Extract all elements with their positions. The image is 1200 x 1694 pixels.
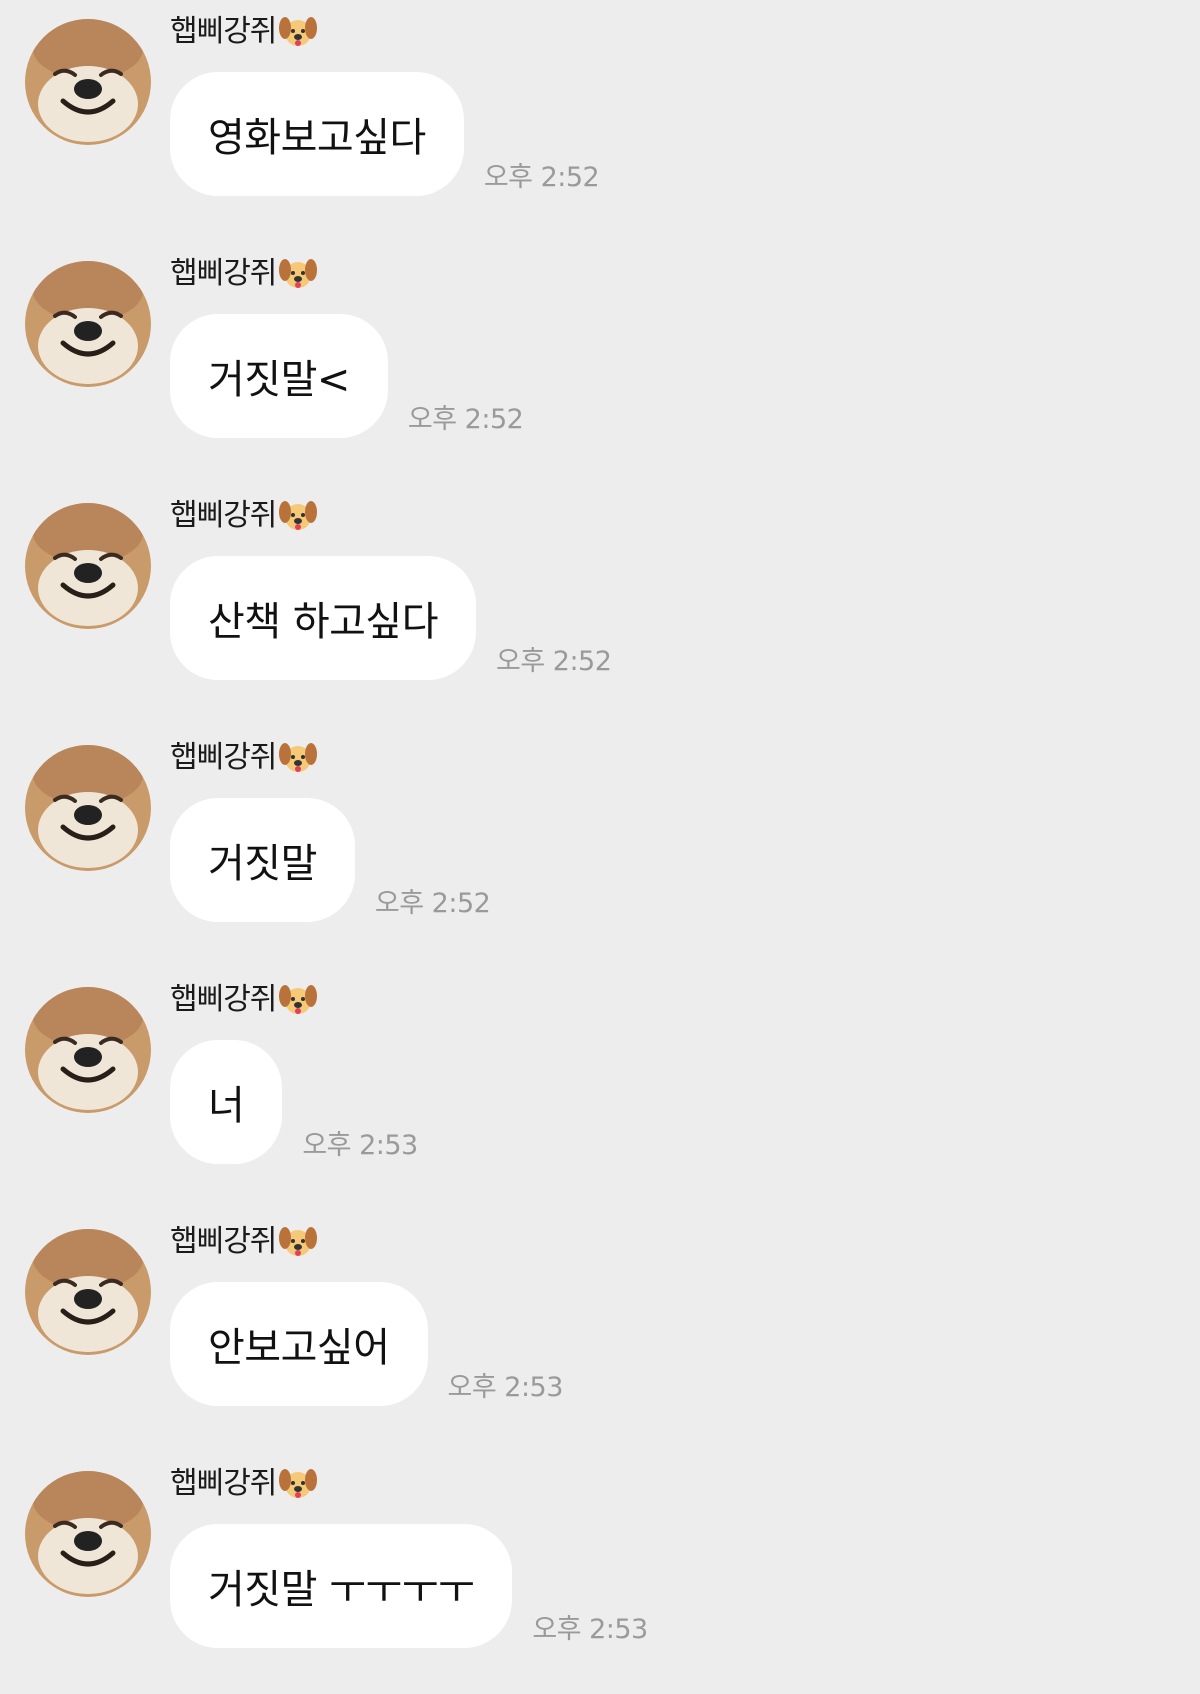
message-row: 햅삐강쥐 산책 하고싶다 오후 2:52 xyxy=(0,484,1200,726)
avatar[interactable] xyxy=(25,987,151,1113)
bubble-row: 거짓말< 오후 2:52 xyxy=(170,314,524,438)
shiba-dog-avatar-icon xyxy=(25,745,151,871)
dog-face-icon xyxy=(278,740,318,776)
bubble-row: 너 오후 2:53 xyxy=(170,1040,418,1164)
dog-face-icon xyxy=(278,256,318,292)
sender-label: 햅삐강쥐 xyxy=(170,1222,318,1262)
message-time: 오후 2:52 xyxy=(483,162,600,193)
message-bubble[interactable]: 안보고싶어 xyxy=(170,1282,428,1406)
avatar[interactable] xyxy=(25,745,151,871)
message-time: 오후 2:53 xyxy=(447,1372,564,1403)
avatar[interactable] xyxy=(25,503,151,629)
message-row: 햅삐강쥐 거짓말 오후 2:52 xyxy=(0,726,1200,968)
avatar[interactable] xyxy=(25,1229,151,1355)
dog-face-icon xyxy=(278,14,318,50)
message-text: 거짓말 ㅜㅜㅜㅜ xyxy=(208,1567,475,1613)
shiba-dog-avatar-icon xyxy=(25,1229,151,1355)
message-bubble[interactable]: 거짓말 xyxy=(170,798,355,922)
sender-name: 햅삐강쥐 xyxy=(170,1466,277,1501)
bubble-row: 거짓말 ㅜㅜㅜㅜ 오후 2:53 xyxy=(170,1524,648,1648)
message-time: 오후 2:52 xyxy=(374,888,491,919)
sender-name: 햅삐강쥐 xyxy=(170,256,277,291)
dog-face-icon xyxy=(278,498,318,534)
message-time: 오후 2:52 xyxy=(407,404,524,435)
message-text: 너 xyxy=(208,1083,245,1129)
bubble-row: 산책 하고싶다 오후 2:52 xyxy=(170,556,612,680)
sender-name: 햅삐강쥐 xyxy=(170,498,277,533)
sender-label: 햅삐강쥐 xyxy=(170,1464,318,1504)
message-bubble[interactable]: 너 xyxy=(170,1040,283,1164)
sender-label: 햅삐강쥐 xyxy=(170,254,318,294)
message-time: 오후 2:53 xyxy=(532,1614,648,1645)
avatar[interactable] xyxy=(25,1471,151,1597)
message-row: 햅삐강쥐 영화보고싶다 오후 2:52 xyxy=(0,0,1200,242)
avatar[interactable] xyxy=(25,261,151,387)
message-bubble[interactable]: 산책 하고싶다 xyxy=(170,556,477,680)
message-bubble[interactable]: 거짓말 ㅜㅜㅜㅜ xyxy=(170,1524,513,1648)
sender-name: 햅삐강쥐 xyxy=(170,740,277,775)
message-text: 영화보고싶다 xyxy=(208,115,426,161)
sender-label: 햅삐강쥐 xyxy=(170,738,318,778)
bubble-row: 안보고싶어 오후 2:53 xyxy=(170,1282,563,1406)
shiba-dog-avatar-icon xyxy=(25,503,151,629)
shiba-dog-avatar-icon xyxy=(25,261,151,387)
message-bubble[interactable]: 거짓말< xyxy=(170,314,388,438)
message-time: 오후 2:53 xyxy=(302,1130,418,1161)
bubble-row: 거짓말 오후 2:52 xyxy=(170,798,491,922)
message-row: 햅삐강쥐 너 오후 2:53 xyxy=(0,968,1200,1210)
shiba-dog-avatar-icon xyxy=(25,19,151,145)
dog-face-icon xyxy=(278,1224,318,1260)
sender-label: 햅삐강쥐 xyxy=(170,980,318,1020)
dog-face-icon xyxy=(278,982,318,1018)
message-text: 거짓말< xyxy=(208,357,350,403)
sender-label: 햅삐강쥐 xyxy=(170,496,318,536)
message-bubble[interactable]: 영화보고싶다 xyxy=(170,72,464,196)
message-time: 오후 2:52 xyxy=(496,646,612,677)
shiba-dog-avatar-icon xyxy=(25,1471,151,1597)
bubble-row: 영화보고싶다 오후 2:52 xyxy=(170,72,600,196)
message-row: 햅삐강쥐 거짓말< 오후 2:52 xyxy=(0,242,1200,484)
message-text: 산책 하고싶다 xyxy=(208,599,439,645)
chat-log: 햅삐강쥐 영화보고싶다 오후 2:52 햅삐강쥐 거짓말< 오후 2:52 햅삐… xyxy=(0,0,1200,1680)
avatar[interactable] xyxy=(25,19,151,145)
dog-face-icon xyxy=(278,1466,318,1502)
message-text: 거짓말 xyxy=(208,841,317,887)
sender-label: 햅삐강쥐 xyxy=(170,12,318,52)
sender-name: 햅삐강쥐 xyxy=(170,1224,277,1259)
message-row: 햅삐강쥐 거짓말 ㅜㅜㅜㅜ 오후 2:53 xyxy=(0,1452,1200,1694)
message-text: 안보고싶어 xyxy=(208,1325,390,1371)
shiba-dog-avatar-icon xyxy=(25,987,151,1113)
message-row: 햅삐강쥐 안보고싶어 오후 2:53 xyxy=(0,1210,1200,1452)
sender-name: 햅삐강쥐 xyxy=(170,14,277,49)
sender-name: 햅삐강쥐 xyxy=(170,982,277,1017)
